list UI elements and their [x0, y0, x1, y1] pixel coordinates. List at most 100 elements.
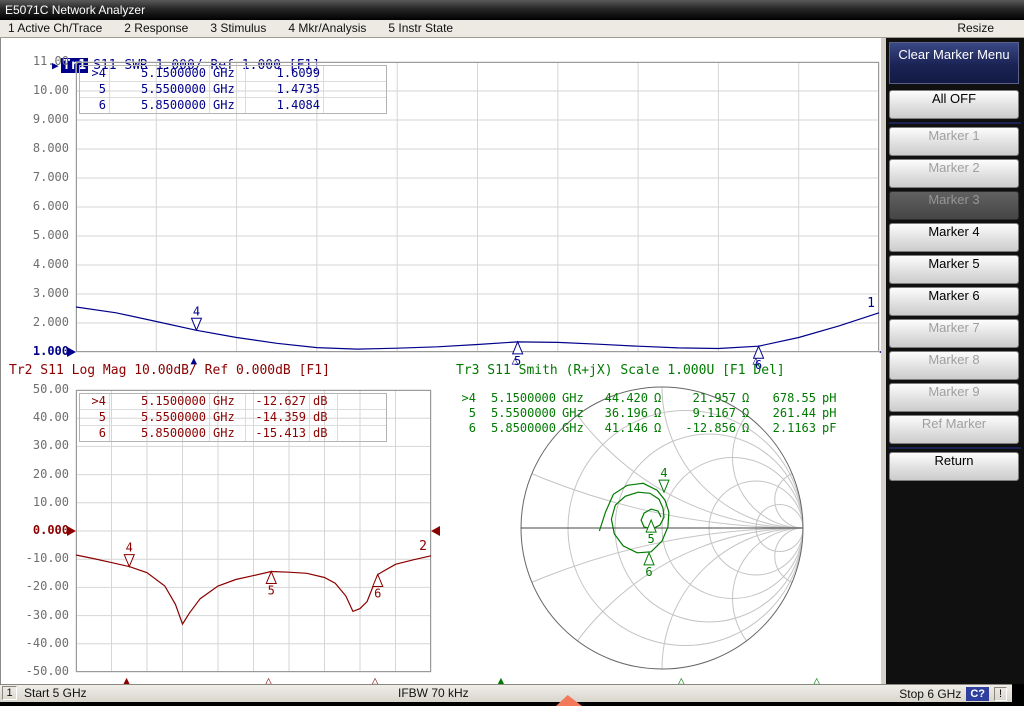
marker-readout-cell: 9.1167: [671, 406, 739, 421]
window-title: E5071C Network Analyzer: [5, 3, 145, 17]
marker-readout-cell: 5: [453, 406, 479, 421]
axis-tick-label: 5.000: [7, 228, 69, 243]
softkey-marker-5[interactable]: Marker 5: [889, 255, 1019, 284]
marker-readout-cell: -15.413: [246, 426, 310, 441]
marker-readout-cell: 44.420: [593, 391, 651, 406]
softkey-marker-6[interactable]: Marker 6: [889, 287, 1019, 316]
softkey-marker-4[interactable]: Marker 4: [889, 223, 1019, 252]
menu-item-2[interactable]: 2 Response: [124, 20, 188, 37]
stop-frequency-label: Stop 6 GHz: [899, 686, 961, 702]
marker-readout-cell: 5.5500000: [110, 82, 210, 97]
marker-readout-cell: 5.8500000: [479, 421, 559, 436]
marker-readout-cell: >4: [80, 394, 110, 409]
menu-item-4[interactable]: 4 Mkr/Analysis: [288, 20, 366, 37]
marker-number-label: 4: [126, 541, 133, 555]
marker-number-label: 6: [374, 586, 381, 600]
axis-tick-label: 9.000: [7, 112, 69, 127]
marker-readout-cell: [324, 66, 386, 81]
trace2-header[interactable]: Tr2 S11 Log Mag 10.00dB/ Ref 0.000dB [F1…: [9, 363, 330, 378]
axis-tick-label: 0.000: [7, 523, 69, 538]
marker-readout-row: >45.1500000GHz1.6099: [80, 66, 386, 82]
marker-readout-cell: -14.359: [246, 410, 310, 425]
axis-tick-label: 40.00: [7, 410, 69, 425]
marker-readout-cell: GHz: [210, 98, 246, 113]
active-marker-stimulus-indicator: ▲: [190, 355, 197, 366]
softkey-marker-3[interactable]: Marker 3: [889, 191, 1019, 220]
marker-readout-cell: GHz: [559, 406, 593, 421]
marker-triangle-icon: [191, 318, 201, 330]
softkey-menu: Clear Marker Menu All OFFMarker 1Marker …: [886, 38, 1024, 684]
marker-readout-cell: Ω: [739, 421, 759, 436]
axis-tick-label: 6.000: [7, 199, 69, 214]
marker-number-label: 4: [660, 466, 667, 480]
softkey-separator: [889, 122, 1021, 124]
axis-tick-label: -40.00: [7, 636, 69, 651]
marker-readout-cell: >4: [80, 66, 110, 81]
tr1-marker-readout-table: >45.1500000GHz1.609955.5500000GHz1.47356…: [79, 65, 387, 114]
instrument-screen: ▶Tr1S11 SWR 1.000/ Ref 1.000 [F1] 4561 >…: [0, 38, 886, 684]
marker-number-label: 5: [648, 532, 655, 546]
axis-tick-label: 20.00: [7, 467, 69, 482]
marker-readout-cell: 5: [80, 82, 110, 97]
marker-readout-cell: Ω: [651, 406, 671, 421]
axis-tick-label: -30.00: [7, 608, 69, 623]
softkey-return[interactable]: Return: [889, 452, 1019, 481]
tr3-marker-readout-table: >45.1500000GHz44.420Ω21.957Ω678.55pH55.5…: [453, 391, 845, 436]
marker-readout-cell: 5.1500000: [110, 66, 210, 81]
menu-item-5[interactable]: 5 Instr State: [388, 20, 453, 37]
marker-triangle-icon: [266, 571, 276, 583]
title-bar: E5071C Network Analyzer: [0, 0, 1024, 20]
softkey-marker-1: Marker 1: [889, 127, 1019, 156]
trace-number-label: 1: [867, 296, 875, 311]
softkey-button-list: All OFFMarker 1Marker 2Marker 3Marker 4M…: [889, 87, 1021, 484]
axis-tick-label: 8.000: [7, 141, 69, 156]
axis-tick-label: 4.000: [7, 257, 69, 272]
marker-readout-row: 65.8500000GHz41.146Ω-12.856Ω2.1163pF: [453, 421, 845, 436]
marker-readout-cell: GHz: [210, 66, 246, 81]
marker-readout-row: 65.8500000GHz1.4084: [80, 98, 386, 113]
marker-readout-cell: 5.1500000: [110, 394, 210, 409]
marker-readout-cell: 6: [80, 426, 110, 441]
axis-tick-label: 10.00: [7, 495, 69, 510]
smith-reactance-arc: [733, 528, 874, 669]
marker-readout-cell: pF: [819, 421, 845, 436]
status-bar: 1 Start 5 GHz IFBW 70 kHz Stop 6 GHz C? …: [0, 684, 1012, 702]
marker-triangle-icon: [124, 555, 134, 567]
marker-readout-cell: GHz: [210, 82, 246, 97]
marker-readout-cell: 21.957: [671, 391, 739, 406]
tr2-marker-readout-table: >45.1500000GHz-12.627dB55.5500000GHz-14.…: [79, 393, 387, 442]
axis-tick-label: 30.00: [7, 438, 69, 453]
trace-number-label: 2: [419, 539, 427, 554]
marker-readout-cell: -12.856: [671, 421, 739, 436]
marker-readout-cell: GHz: [559, 421, 593, 436]
marker-readout-cell: 1.4735: [246, 82, 324, 97]
marker-readout-cell: 261.44: [759, 406, 819, 421]
marker-readout-cell: 5.5500000: [110, 410, 210, 425]
marker-readout-cell: Ω: [651, 391, 671, 406]
marker-readout-cell: dB: [310, 410, 338, 425]
trace3-header[interactable]: Tr3 S11 Smith (R+jX) Scale 1.000U [F1 De…: [456, 363, 785, 378]
marker-readout-cell: 6: [80, 98, 110, 113]
menu-item-3[interactable]: 3 Stimulus: [210, 20, 266, 37]
marker-readout-cell: dB: [310, 394, 338, 409]
menu-item-1[interactable]: 1 Active Ch/Trace: [8, 20, 102, 37]
start-frequency-label: Start 5 GHz: [24, 685, 87, 701]
marker-readout-cell: GHz: [210, 410, 246, 425]
axis-tick-label: 11.00: [7, 54, 69, 69]
marker-readout-cell: 36.196: [593, 406, 651, 421]
marker-readout-row: 55.5500000GHz-14.359dB: [80, 410, 386, 426]
axis-tick-label: -50.00: [7, 664, 69, 679]
axis-tick-label: 1.000: [7, 344, 69, 359]
marker-readout-cell: GHz: [210, 426, 246, 441]
marker-number-label: 6: [645, 565, 652, 579]
marker-readout-cell: 5.5500000: [479, 406, 559, 421]
softkey-all-off[interactable]: All OFF: [889, 90, 1019, 119]
marker-readout-row: 55.5500000GHz1.4735: [80, 82, 386, 98]
axis-tick-label: -10.00: [7, 551, 69, 566]
axis-tick-label: 10.00: [7, 83, 69, 98]
application-window: E5071C Network Analyzer 1 Active Ch/Trac…: [0, 0, 1024, 706]
menu-item-resize[interactable]: Resize: [957, 20, 994, 37]
marker-readout-cell: [338, 394, 386, 409]
bottom-edge-strip: [0, 702, 1024, 706]
axis-tick-label: -20.00: [7, 579, 69, 594]
